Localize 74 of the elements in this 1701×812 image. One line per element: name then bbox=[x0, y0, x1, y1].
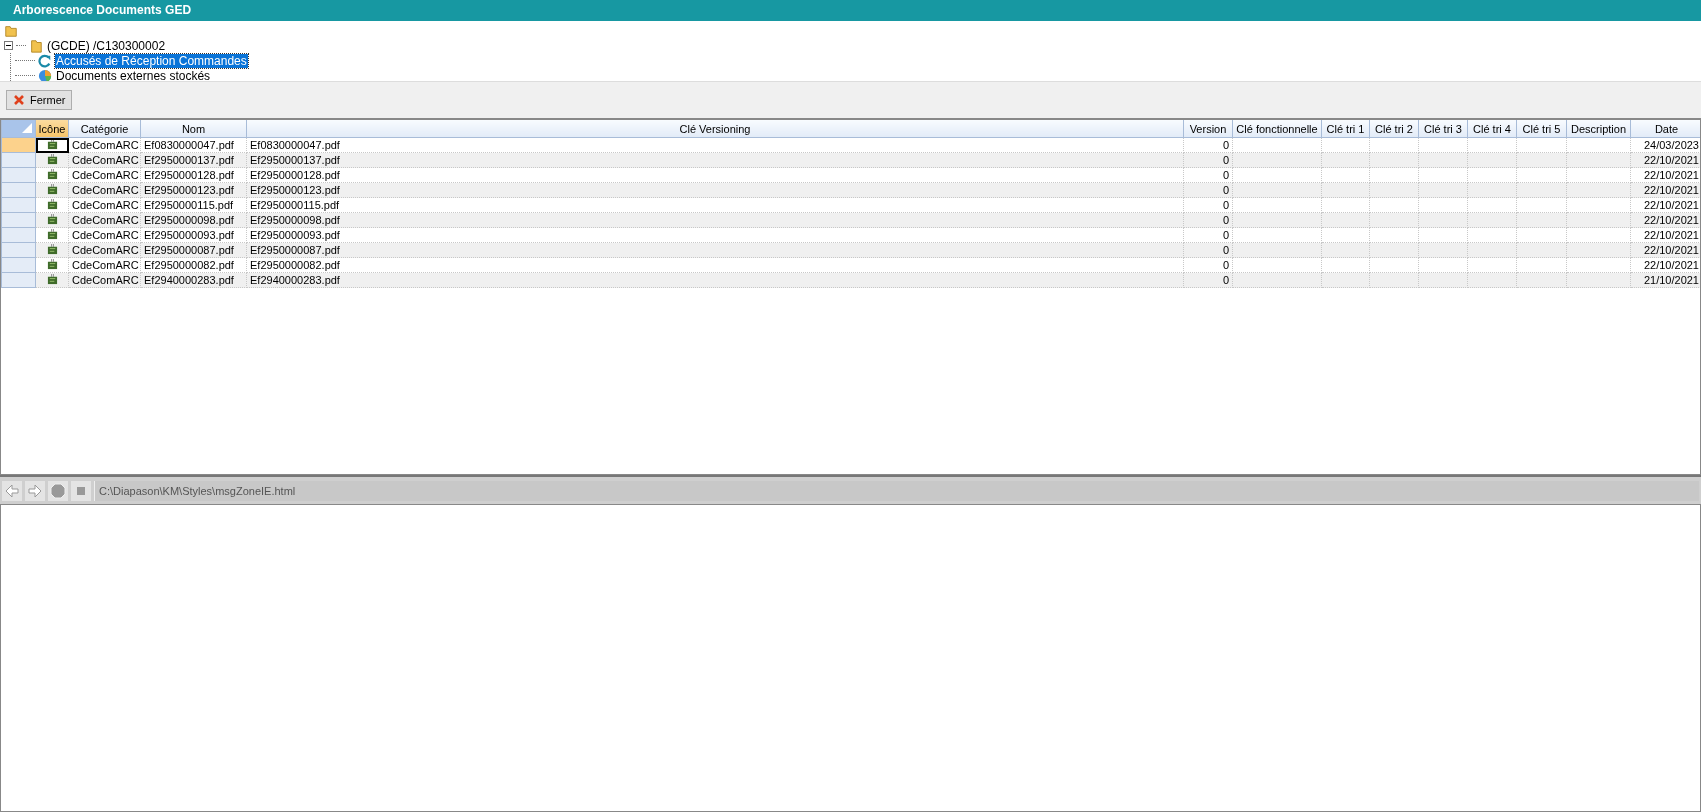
table-cell: CdeComARC bbox=[68, 257, 141, 273]
table-cell: Ef2950000115.pdf bbox=[140, 197, 247, 213]
column-header[interactable]: Clé fonctionnelle bbox=[1232, 120, 1322, 138]
document-icon bbox=[46, 243, 58, 255]
stop-icon bbox=[50, 482, 66, 499]
column-header[interactable]: Clé Versioning bbox=[246, 120, 1184, 138]
stop-button[interactable] bbox=[48, 480, 68, 501]
table-cell: 0 bbox=[1183, 167, 1233, 183]
table-cell: 0 bbox=[1183, 212, 1233, 228]
table-cell: 0 bbox=[1183, 272, 1233, 288]
sort-triangle-icon bbox=[22, 122, 32, 133]
select-all-corner[interactable] bbox=[1, 120, 36, 138]
table-cell: 0 bbox=[1183, 242, 1233, 258]
refresh-button[interactable] bbox=[71, 480, 91, 501]
document-icon bbox=[46, 138, 58, 150]
document-icon bbox=[46, 273, 58, 285]
table-cell: CdeComARC bbox=[68, 197, 141, 213]
address-field[interactable]: C:\Diapason\KM\Styles\msgZoneIE.html bbox=[94, 480, 1699, 501]
document-icon bbox=[46, 228, 58, 240]
column-header[interactable]: Clé tri 2 bbox=[1369, 120, 1419, 138]
column-header[interactable]: Clé tri 3 bbox=[1418, 120, 1468, 138]
column-header[interactable]: Clé tri 4 bbox=[1467, 120, 1517, 138]
tree-item[interactable]: Documents externes stockés bbox=[55, 68, 212, 81]
document-icon bbox=[46, 258, 58, 270]
column-header[interactable]: Nom bbox=[140, 120, 247, 138]
table-cell: Ef2950000128.pdf bbox=[140, 167, 247, 183]
table-cell: Ef2950000082.pdf bbox=[246, 257, 1184, 273]
column-header[interactable]: Date bbox=[1630, 120, 1700, 138]
column-header[interactable]: Icône bbox=[35, 120, 69, 138]
table-cell: 0 bbox=[1183, 257, 1233, 273]
document-icon bbox=[46, 168, 58, 180]
folder-icon bbox=[29, 38, 43, 53]
table-cell: Ef2950000082.pdf bbox=[140, 257, 247, 273]
column-header[interactable]: Description bbox=[1566, 120, 1631, 138]
column-header[interactable]: Clé tri 5 bbox=[1516, 120, 1567, 138]
tree-item[interactable]: Accusés de Réception Commandes bbox=[55, 53, 248, 68]
table-cell: 0 bbox=[1183, 152, 1233, 168]
document-icon bbox=[46, 153, 58, 165]
document-icon bbox=[46, 213, 58, 225]
table-cell: Ef2950000123.pdf bbox=[246, 182, 1184, 198]
back-button[interactable] bbox=[2, 480, 22, 501]
table-cell: Ef0830000047.pdf bbox=[140, 137, 247, 153]
forward-button[interactable] bbox=[25, 480, 45, 501]
column-header[interactable]: Clé tri 1 bbox=[1321, 120, 1370, 138]
refresh-icon bbox=[38, 53, 52, 68]
folder-icon bbox=[4, 23, 18, 38]
close-icon bbox=[13, 94, 25, 106]
table-cell: Ef2950000137.pdf bbox=[246, 152, 1184, 168]
table-cell: Ef2950000115.pdf bbox=[246, 197, 1184, 213]
table-cell: CdeComARC bbox=[68, 167, 141, 183]
document-icon bbox=[46, 183, 58, 195]
table-cell: CdeComARC bbox=[68, 227, 141, 243]
table-cell: CdeComARC bbox=[68, 137, 141, 153]
window-title: Arborescence Documents GED bbox=[0, 0, 1701, 21]
table-cell: Ef0830000047.pdf bbox=[246, 137, 1184, 153]
back-arrow-icon bbox=[4, 482, 20, 499]
close-button[interactable]: Fermer bbox=[6, 90, 73, 110]
table-cell: Ef2940000283.pdf bbox=[246, 272, 1184, 288]
pie-chart-icon bbox=[38, 68, 52, 81]
table-cell: 0 bbox=[1183, 137, 1233, 153]
column-header[interactable]: Catégorie bbox=[68, 120, 141, 138]
tree-item[interactable]: (GCDE) /C130300002 bbox=[46, 38, 167, 53]
table-cell: Ef2950000098.pdf bbox=[246, 212, 1184, 228]
table-cell: 0 bbox=[1183, 227, 1233, 243]
table-cell: Ef2950000093.pdf bbox=[140, 227, 247, 243]
collapse-toggle[interactable] bbox=[4, 41, 13, 50]
table-cell: 0 bbox=[1183, 182, 1233, 198]
table-cell: Ef2950000093.pdf bbox=[246, 227, 1184, 243]
table-cell: Ef2950000087.pdf bbox=[246, 242, 1184, 258]
table-cell: 0 bbox=[1183, 197, 1233, 213]
table-cell: Ef2950000128.pdf bbox=[246, 167, 1184, 183]
column-header[interactable]: Version bbox=[1183, 120, 1233, 138]
document-icon bbox=[46, 198, 58, 210]
forward-arrow-icon bbox=[27, 482, 43, 499]
